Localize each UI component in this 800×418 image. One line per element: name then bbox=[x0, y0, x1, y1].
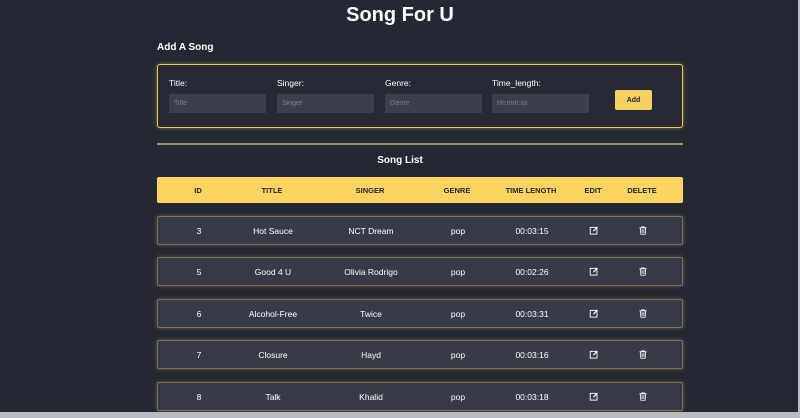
cell-genre: pop bbox=[450, 349, 466, 360]
cell-title: Talk bbox=[265, 391, 281, 402]
edit-icon bbox=[589, 226, 598, 235]
cell-genre: pop bbox=[450, 225, 466, 236]
add-button[interactable]: Add bbox=[615, 90, 652, 110]
column-header-title: TITLE bbox=[261, 185, 283, 195]
cell-genre: pop bbox=[450, 308, 466, 319]
cell-title: Hot Sauce bbox=[253, 225, 293, 236]
edit-icon bbox=[589, 267, 598, 276]
column-header-singer: SINGER bbox=[355, 185, 385, 195]
trash-icon bbox=[639, 309, 647, 318]
cell-id: 6 bbox=[196, 308, 202, 319]
song-list-title: Song List bbox=[377, 155, 423, 166]
title-label: Title: bbox=[169, 78, 188, 88]
table-row: 5 Good 4 U Olivia Rodrigo pop 00:02:26 bbox=[157, 257, 683, 286]
genre-input[interactable] bbox=[385, 94, 482, 113]
delete-button[interactable] bbox=[639, 341, 648, 368]
cell-genre: pop bbox=[450, 391, 466, 402]
cell-singer: Khalid bbox=[359, 391, 383, 402]
cell-singer: Olivia Rodrigo bbox=[344, 266, 398, 277]
table-row: 7 Closure Hayd pop 00:03:16 bbox=[157, 340, 683, 369]
trash-icon bbox=[639, 350, 647, 359]
cell-title: Good 4 U bbox=[254, 266, 292, 277]
delete-button[interactable] bbox=[639, 383, 648, 410]
cell-time-length: 00:03:18 bbox=[515, 391, 549, 402]
column-header-time-length: TIME LENGTH bbox=[505, 185, 557, 195]
cell-singer: NCT Dream bbox=[348, 225, 394, 236]
add-song-form: Title: Singer: Genre: Time_length: Add bbox=[157, 64, 683, 128]
singer-label: Singer: bbox=[277, 78, 304, 88]
cell-time-length: 00:03:15 bbox=[515, 225, 549, 236]
column-header-delete: DELETE bbox=[627, 185, 657, 195]
trash-icon bbox=[639, 392, 647, 401]
table-row: 6 Alcohol-Free Twice pop 00:03:31 bbox=[157, 299, 683, 328]
cell-singer: Twice bbox=[360, 308, 382, 319]
genre-field: Genre: bbox=[385, 78, 482, 113]
trash-icon bbox=[639, 226, 647, 235]
cell-id: 8 bbox=[196, 391, 202, 402]
add-song-heading: Add A Song bbox=[157, 42, 214, 53]
cell-id: 3 bbox=[196, 225, 202, 236]
cell-time-length: 00:03:31 bbox=[515, 308, 549, 319]
column-header-edit: EDIT bbox=[584, 185, 602, 195]
trash-icon bbox=[639, 267, 647, 276]
edit-icon bbox=[589, 392, 598, 401]
cell-id: 7 bbox=[196, 349, 202, 360]
delete-button[interactable] bbox=[639, 258, 648, 285]
edit-button[interactable] bbox=[589, 383, 599, 410]
cell-title: Closure bbox=[258, 349, 288, 360]
singer-input[interactable] bbox=[277, 94, 374, 113]
title-field: Title: bbox=[169, 78, 266, 113]
edit-button[interactable] bbox=[589, 258, 599, 285]
table-row: 3 Hot Sauce NCT Dream pop 00:03:15 bbox=[157, 216, 683, 245]
cell-singer: Hayd bbox=[361, 349, 381, 360]
cell-id: 5 bbox=[196, 266, 202, 277]
singer-field: Singer: bbox=[277, 78, 374, 113]
cell-time-length: 00:03:16 bbox=[515, 349, 549, 360]
page-title: Song For U bbox=[346, 4, 454, 26]
edit-button[interactable] bbox=[589, 341, 599, 368]
time-length-field: Time_length: bbox=[492, 78, 589, 113]
cell-title: Alcohol-Free bbox=[248, 308, 298, 319]
app-window: Song For U Add A Song Title: Singer: Gen… bbox=[0, 0, 800, 418]
time-length-label: Time_length: bbox=[492, 78, 541, 88]
table-row: 8 Talk Khalid pop 00:03:18 bbox=[157, 382, 683, 411]
cell-time-length: 00:02:26 bbox=[515, 266, 549, 277]
column-header-genre: GENRE bbox=[443, 185, 471, 195]
divider bbox=[157, 143, 683, 145]
delete-button[interactable] bbox=[639, 300, 648, 327]
column-header-id: ID bbox=[194, 185, 202, 195]
edit-button[interactable] bbox=[589, 217, 599, 244]
time-length-input[interactable] bbox=[492, 94, 589, 113]
cell-genre: pop bbox=[450, 266, 466, 277]
delete-button[interactable] bbox=[639, 217, 648, 244]
title-input[interactable] bbox=[169, 94, 266, 113]
edit-icon bbox=[589, 350, 598, 359]
edit-icon bbox=[589, 309, 598, 318]
table-header: ID TITLE SINGER GENRE TIME LENGTH EDIT D… bbox=[157, 177, 683, 203]
edit-button[interactable] bbox=[589, 300, 599, 327]
genre-label: Genre: bbox=[385, 78, 411, 88]
